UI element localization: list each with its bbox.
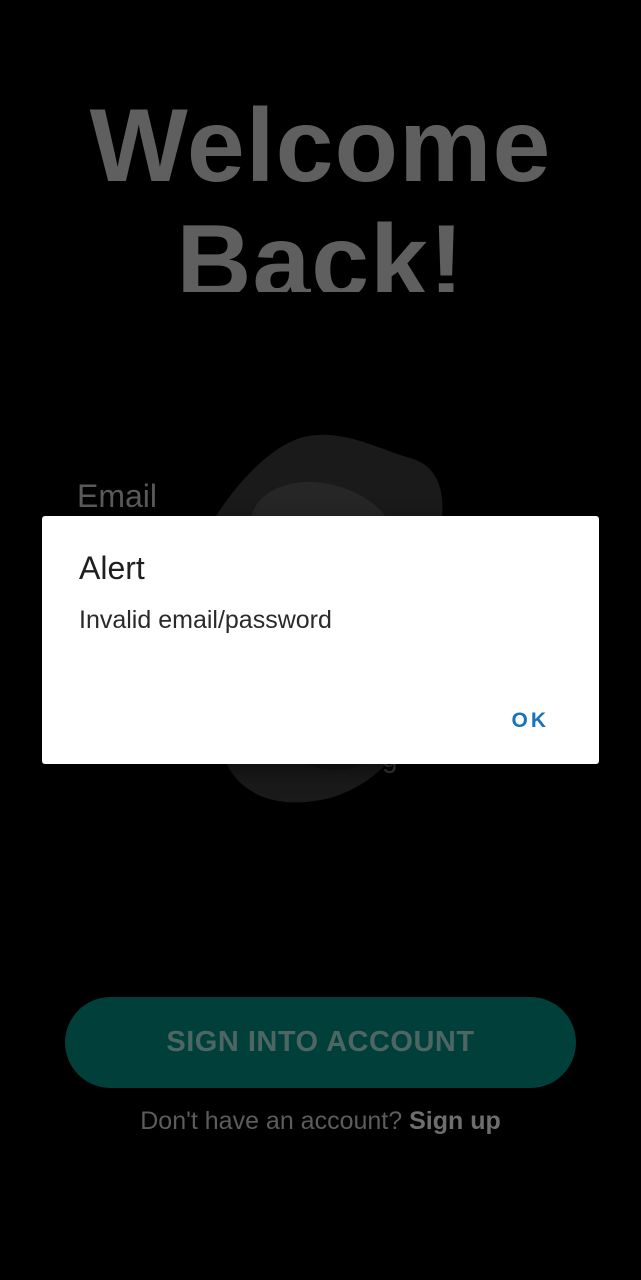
welcome-title: Welcome Back! bbox=[0, 88, 641, 292]
alert-title: Alert bbox=[79, 550, 145, 586]
welcome-title-line2: Back! bbox=[176, 204, 465, 292]
email-label: Email bbox=[77, 478, 158, 514]
signup-row: Don't have an account? Sign up bbox=[0, 1107, 641, 1136]
alert-dialog: Alert Invalid email/password OK bbox=[42, 516, 599, 764]
signup-prompt: Don't have an account? bbox=[140, 1107, 403, 1135]
login-screen: Welcome Back! Email g SIGN INTO ACCOUNT … bbox=[0, 0, 641, 1280]
alert-message: Invalid email/password bbox=[79, 606, 332, 634]
welcome-title-line1: Welcome bbox=[89, 88, 552, 204]
sign-in-button[interactable]: SIGN INTO ACCOUNT bbox=[65, 997, 576, 1088]
ok-button[interactable]: OK bbox=[512, 709, 550, 733]
signup-link[interactable]: Sign up bbox=[409, 1107, 501, 1135]
